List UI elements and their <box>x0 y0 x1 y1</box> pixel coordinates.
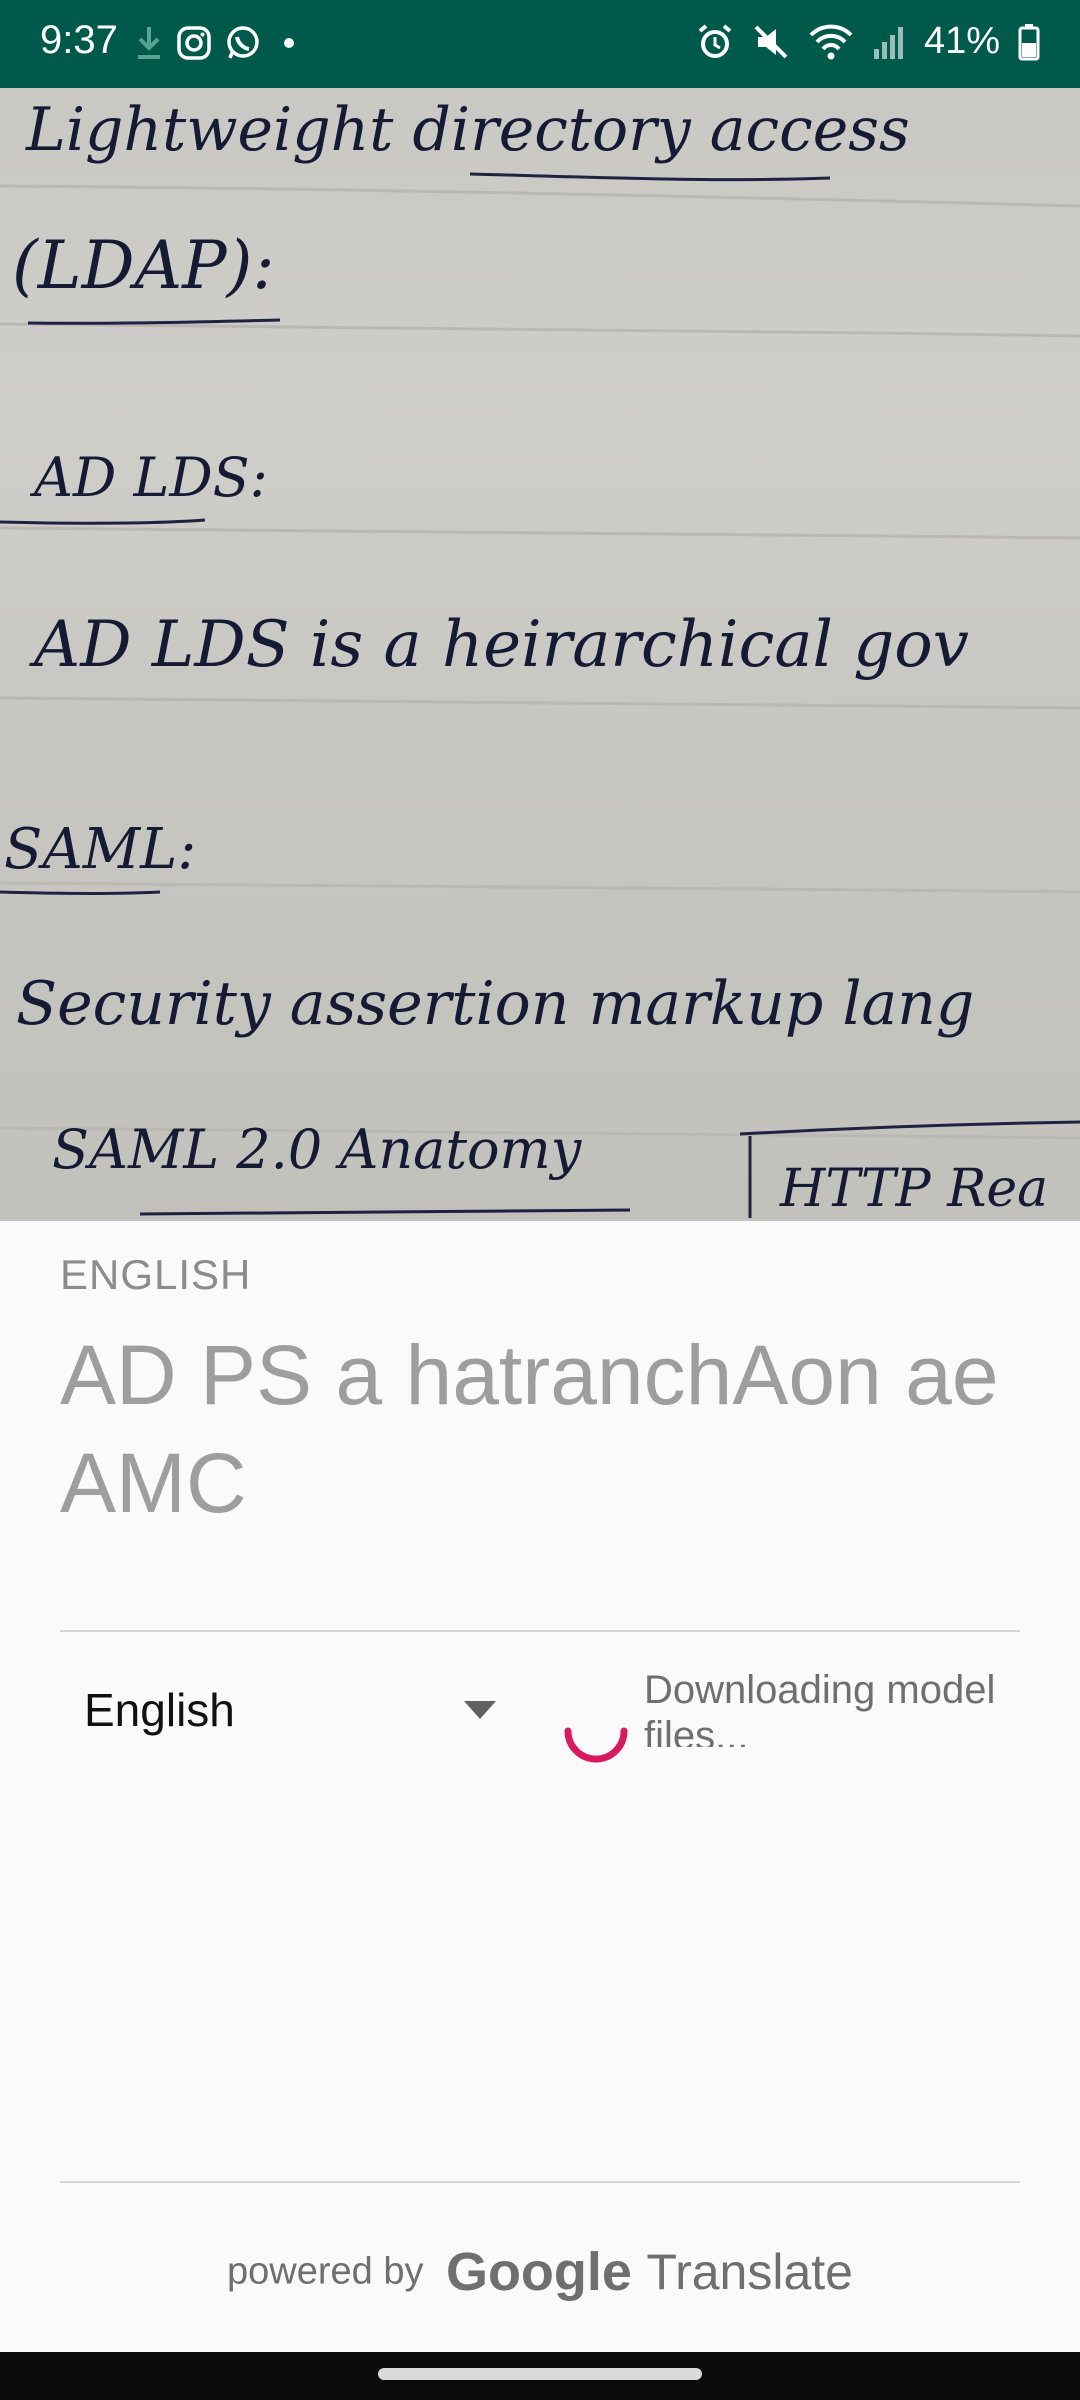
alarm-icon <box>698 23 732 58</box>
handwriting-line: AD LDS: <box>29 446 268 509</box>
divider <box>60 1630 1020 1632</box>
google-logo: Google <box>445 2242 632 2302</box>
navigation-bar <box>0 2352 1080 2400</box>
signal-icon <box>873 26 903 59</box>
recognized-text[interactable]: AD PS a hatranchAon ae AMC <box>60 1321 1020 1537</box>
target-language-value: English <box>84 1684 235 1736</box>
handwriting-line: SAML 2.0 Anatomy <box>52 1118 583 1181</box>
status-time: 9:37 <box>40 18 118 62</box>
handwriting-line: (LDAP): <box>12 227 275 304</box>
battery-icon <box>1018 23 1040 60</box>
target-language-dropdown[interactable]: English <box>60 1661 510 1751</box>
download-status-text: Downloading model files... <box>644 1668 996 1747</box>
handwriting-line: Lightweight directory access <box>25 95 910 165</box>
chevron-down-icon <box>464 1701 496 1719</box>
loading-spinner-icon <box>564 1727 628 1763</box>
handwriting-line: AD LDS is a heirarchical gov <box>29 608 969 682</box>
handwriting-line: HTTP Rea <box>779 1159 1048 1219</box>
battery-percent: 41% <box>923 20 1000 62</box>
camera-viewfinder[interactable]: Lightweight directory access (LDAP): AD … <box>0 88 1080 1221</box>
dot-icon <box>284 38 294 48</box>
google-translate-attribution: powered by Google Translate <box>0 2241 1080 2303</box>
system-icons: 41% <box>696 20 1040 63</box>
download-icon <box>138 27 160 59</box>
instagram-icon <box>177 26 211 60</box>
wifi-icon <box>809 24 853 59</box>
translation-sheet: ENGLISH AD PS a hatranchAon ae AMC Engli… <box>0 1221 1080 2352</box>
source-language-label: ENGLISH <box>60 1251 252 1298</box>
handwriting-line: Security assertion markup lang <box>16 969 974 1039</box>
notebook-page-image: Lightweight directory access (LDAP): AD … <box>0 95 1080 1219</box>
status-bar: 9:37 41% <box>0 0 1080 88</box>
whatsapp-icon <box>227 26 259 59</box>
powered-by-label: powered by <box>227 2250 424 2293</box>
mute-icon <box>754 25 788 58</box>
notification-icons <box>134 24 304 62</box>
divider <box>60 2181 1020 2183</box>
translate-label: Translate <box>646 2244 853 2300</box>
home-gesture-handle[interactable] <box>378 2368 702 2380</box>
handwriting-line: SAML: <box>4 817 196 882</box>
